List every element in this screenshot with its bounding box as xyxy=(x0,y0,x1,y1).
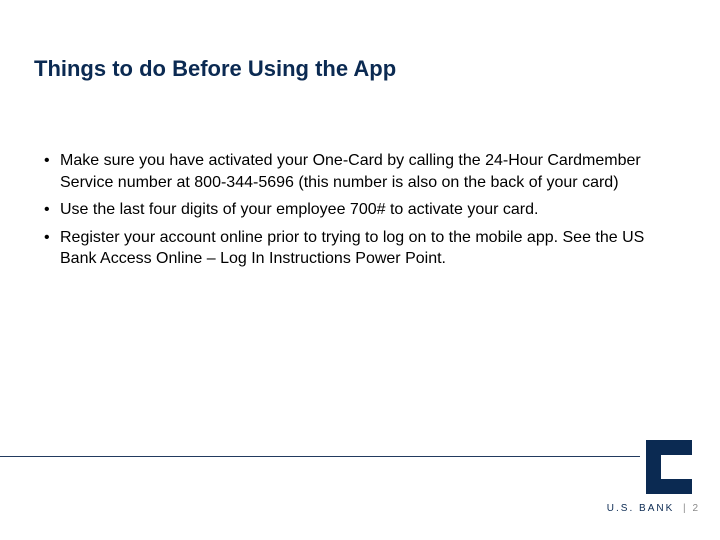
footer-brand: U.S. BANK xyxy=(607,503,674,514)
slide-title: Things to do Before Using the App xyxy=(34,56,396,82)
list-item: Make sure you have activated your One-Ca… xyxy=(44,150,664,193)
list-item: Register your account online prior to tr… xyxy=(44,227,664,270)
slide-body: Make sure you have activated your One-Ca… xyxy=(44,150,664,276)
footer-page-number: 2 xyxy=(692,503,698,514)
bullet-list: Make sure you have activated your One-Ca… xyxy=(44,150,664,270)
list-item: Use the last four digits of your employe… xyxy=(44,199,664,221)
footer: U.S. BANK | 2 xyxy=(607,503,698,514)
footer-separator: | xyxy=(683,503,686,514)
divider-line xyxy=(0,456,640,457)
slide: Things to do Before Using the App Make s… xyxy=(0,0,720,540)
brand-logo-icon xyxy=(646,440,692,494)
